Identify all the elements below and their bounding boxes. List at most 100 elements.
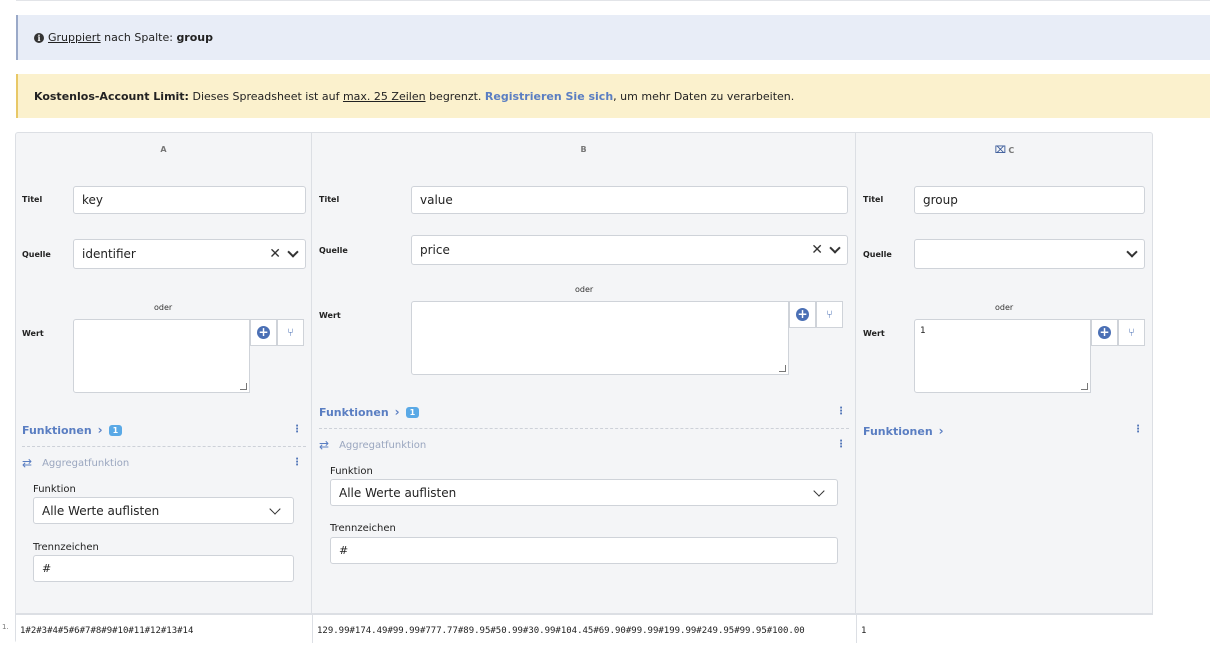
column-b-header[interactable]: B [312,145,855,154]
column-b-source-select[interactable]: price ✕ [411,235,848,265]
branch-icon: ⑂ [1128,326,1135,339]
row-number: 1. [2,623,9,631]
resize-handle-icon[interactable] [240,383,247,390]
functions-label: Funktionen [319,405,389,419]
column-c-source-select[interactable] [914,239,1145,269]
column-b-function-select[interactable]: Alle Werte auflisten [330,479,838,506]
column-a-source-value: identifier [82,247,136,261]
column-a-function-select[interactable]: Alle Werte auflisten [33,497,294,524]
output-cell-c[interactable]: 1 [861,626,866,636]
resize-handle-icon[interactable] [1081,383,1088,390]
dashed-divider [22,446,306,447]
column-c-value-text: 1 [920,326,926,336]
branch-icon: ⑂ [287,326,294,339]
kebab-menu-icon[interactable]: ⋮ [1133,424,1143,435]
or-label: oder [154,303,173,312]
cell-divider [856,615,857,643]
separator-label: Trennzeichen [33,542,99,553]
functions-count-badge: 1 [108,424,123,436]
limit-title: Kostenlos-Account Limit: [34,89,189,103]
top-divider [16,0,1210,1]
separator-label: Trennzeichen [330,523,396,534]
column-a-value-textarea[interactable] [73,319,250,393]
clear-icon[interactable]: ✕ [811,242,823,258]
column-b-functions-toggle[interactable]: Funktionen › 1 [319,405,420,419]
function-label: Funktion [330,466,373,477]
cell-divider [312,615,313,643]
branch-button[interactable]: ⑂ [1118,319,1145,346]
column-c-title-input[interactable]: group [914,186,1145,214]
chevron-right-icon: › [394,405,400,419]
grouped-info-alert: i Gruppiert nach Spalte: group [16,15,1210,60]
grouped-text: nach Spalte: [104,31,173,44]
aggregate-label: Aggregatfunktion [42,457,130,469]
functions-count-badge: 1 [405,406,420,418]
value-label: Wert [319,311,341,320]
or-label: oder [995,303,1014,312]
column-b-separator-input[interactable]: # [330,537,838,564]
output-row: 1. 1#2#3#4#5#6#7#8#9#10#11#12#13#14 129.… [2,613,1153,643]
column-a-function-value: Alle Werte auflisten [42,503,160,518]
title-label: Titel [863,195,884,204]
column-c-letter: C [1008,146,1015,155]
plus-circle-icon: + [257,325,270,339]
column-a-header[interactable]: A [16,145,311,154]
or-label: oder [575,285,594,294]
source-label: Quelle [22,250,51,259]
branch-button[interactable]: ⑂ [277,319,304,346]
title-label: Titel [319,195,340,204]
functions-label: Funktionen [863,424,933,438]
kebab-menu-icon[interactable]: ⋮ [292,457,302,468]
column-c-value-textarea[interactable]: 1 [914,319,1091,393]
functions-label: Funktionen [22,423,92,437]
chevron-down-icon[interactable] [829,242,841,254]
add-value-button[interactable]: + [789,301,816,328]
source-label: Quelle [319,246,348,255]
value-label: Wert [863,329,885,338]
kebab-menu-icon[interactable]: ⋮ [836,406,846,417]
kebab-menu-icon[interactable]: ⋮ [836,439,846,450]
column-b-value-textarea[interactable] [411,301,789,375]
column-b: B Titel value Quelle price ✕ oder Wert +… [312,133,856,613]
swap-icon: ⇄ [22,456,33,470]
column-a-title-input[interactable]: key [73,186,306,214]
chevron-down-icon [269,503,281,515]
chevron-down-icon[interactable] [1126,246,1138,258]
limit-text-2: begrenzt. [429,89,482,103]
grouped-link[interactable]: Gruppiert [48,31,101,44]
column-b-title-input[interactable]: value [411,186,848,214]
column-a-functions-toggle[interactable]: Funktionen › 1 [22,423,123,437]
limit-rows-link[interactable]: max. 25 Zeilen [343,90,426,103]
resize-handle-icon[interactable] [779,365,786,372]
value-label: Wert [22,329,44,338]
dashed-divider [319,428,849,429]
output-cell-b[interactable]: 129.99#174.49#99.99#777.77#89.95#50.99#3… [317,626,805,636]
column-c-functions-toggle[interactable]: Funktionen › [863,424,944,438]
add-value-button[interactable]: + [250,319,277,346]
grouped-column: group [176,31,213,44]
aggregate-function-header[interactable]: ⇄ Aggregatfunktion [319,438,426,452]
column-a-separator-input[interactable]: # [33,555,294,582]
kebab-menu-icon[interactable]: ⋮ [292,424,302,435]
limit-text-3: , um mehr Daten zu verarbeiten. [613,89,795,103]
column-grid: A Titel key Quelle identifier ✕ oder Wer… [2,132,1153,643]
chevron-right-icon: › [97,423,103,437]
chevron-down-icon[interactable] [287,246,299,258]
output-cell-a[interactable]: 1#2#3#4#5#6#7#8#9#10#11#12#13#14 [20,626,193,636]
add-value-button[interactable]: + [1091,319,1118,346]
column-a-source-select[interactable]: identifier ✕ [73,239,306,269]
group-column-icon: ⌧ [994,145,1007,156]
column-c: ⌧ C Titel group Quelle oder Wert 1 + ⑂ Fu… [856,133,1153,613]
source-label: Quelle [863,250,892,259]
branch-button[interactable]: ⑂ [816,301,843,328]
account-limit-alert: Kostenlos-Account Limit: Dieses Spreadsh… [16,74,1210,118]
column-c-header[interactable]: ⌧ C [856,145,1153,156]
chevron-down-icon [813,485,825,497]
clear-icon[interactable]: ✕ [269,246,281,262]
column-b-function-value: Alle Werte auflisten [339,485,457,500]
register-link[interactable]: Registrieren Sie sich [485,90,613,103]
branch-icon: ⑂ [826,308,833,321]
aggregate-function-header[interactable]: ⇄ Aggregatfunktion [22,456,129,470]
swap-icon: ⇄ [319,438,330,452]
aggregate-label: Aggregatfunktion [339,439,427,451]
